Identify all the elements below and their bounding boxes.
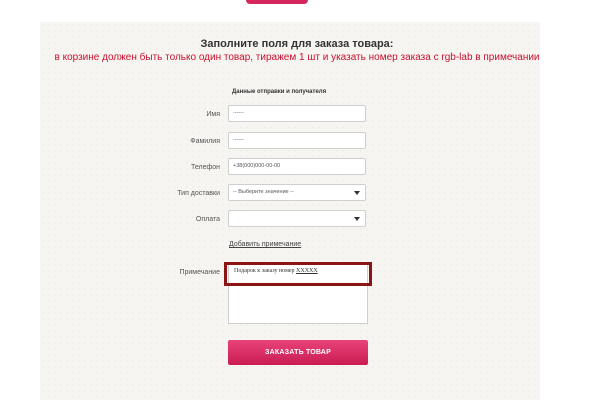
phone-label: Телефон bbox=[190, 164, 220, 171]
add-note-link[interactable]: Добавить примечание bbox=[229, 241, 301, 248]
delivery-select[interactable]: -- Выберите значение -- bbox=[228, 184, 366, 201]
note-highlight-box bbox=[224, 262, 372, 286]
name-label: Имя bbox=[206, 111, 220, 118]
note-label: Примечание bbox=[179, 269, 220, 276]
chevron-down-icon bbox=[354, 191, 360, 195]
form-heading: Заполните поля для заказа товара: bbox=[200, 38, 394, 50]
top-tab-edge[interactable] bbox=[246, 0, 308, 4]
section-title: Данные отправки и получателя bbox=[232, 89, 327, 95]
phone-input[interactable]: +38(000)000-00-00 bbox=[228, 158, 366, 175]
surname-label: Фамилия bbox=[190, 138, 220, 145]
order-notice: в корзине должен быть только один товар,… bbox=[54, 52, 540, 63]
submit-order-button[interactable]: ЗАКАЗАТЬ ТОВАР bbox=[228, 340, 368, 365]
payment-select[interactable] bbox=[228, 210, 366, 227]
delivery-label: Тип доставки bbox=[177, 190, 220, 197]
payment-label: Оплата bbox=[195, 216, 220, 223]
chevron-down-icon bbox=[354, 217, 360, 221]
delivery-select-value: -- Выберите значение -- bbox=[233, 189, 294, 195]
name-input[interactable]: ------ bbox=[228, 105, 366, 122]
surname-input[interactable]: ------ bbox=[228, 132, 366, 149]
